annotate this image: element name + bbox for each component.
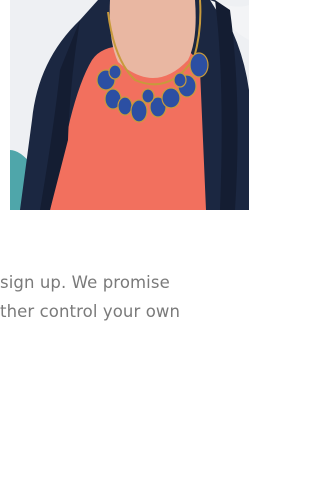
page: sign up. We promise ther control your ow… — [0, 0, 249, 501]
body-text-block: sign up. We promise ther control your ow… — [0, 268, 249, 326]
body-text-line-1: sign up. We promise — [0, 273, 170, 292]
woman-portrait-photo — [10, 0, 249, 210]
body-text-line-2: ther control your own — [0, 302, 181, 321]
portrait-illustration — [10, 0, 249, 210]
